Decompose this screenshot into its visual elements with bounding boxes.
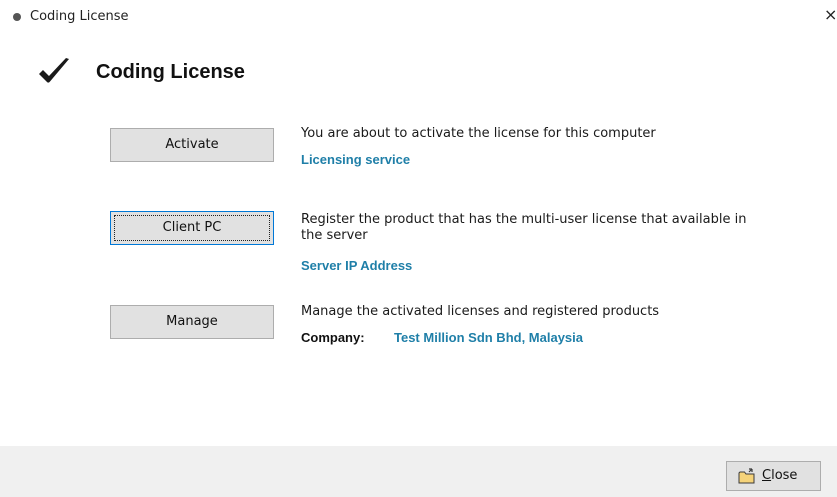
company-name-link[interactable]: Test Million Sdn Bhd, Malaysia: [394, 330, 583, 345]
app-icon: [13, 13, 21, 21]
footer-bar: Close: [0, 446, 837, 497]
coding-license-window: Coding License × Coding License Activate…: [0, 0, 837, 497]
activate-description: You are about to activate the license fo…: [301, 126, 656, 141]
client-pc-description: Register the product that has the multi-…: [301, 212, 747, 243]
page-title: Coding License: [96, 61, 245, 83]
title-bar: Coding License ×: [0, 0, 837, 34]
manage-description: Manage the activated licenses and regist…: [301, 304, 660, 319]
focus-ring: [114, 215, 270, 241]
client-pc-button[interactable]: Client PC: [110, 211, 274, 245]
checkmark-icon: [39, 58, 69, 83]
folder-exit-icon: [738, 468, 755, 484]
server-ip-address-link[interactable]: Server IP Address: [301, 258, 412, 273]
company-label: Company:: [301, 330, 365, 345]
window-title: Coding License: [30, 9, 129, 24]
activate-button[interactable]: Activate: [110, 128, 274, 162]
licensing-service-link[interactable]: Licensing service: [301, 152, 410, 167]
window-close-icon[interactable]: ×: [824, 7, 837, 23]
close-button[interactable]: Close: [726, 461, 821, 491]
close-button-label: Close: [762, 468, 798, 483]
manage-button[interactable]: Manage: [110, 305, 274, 339]
